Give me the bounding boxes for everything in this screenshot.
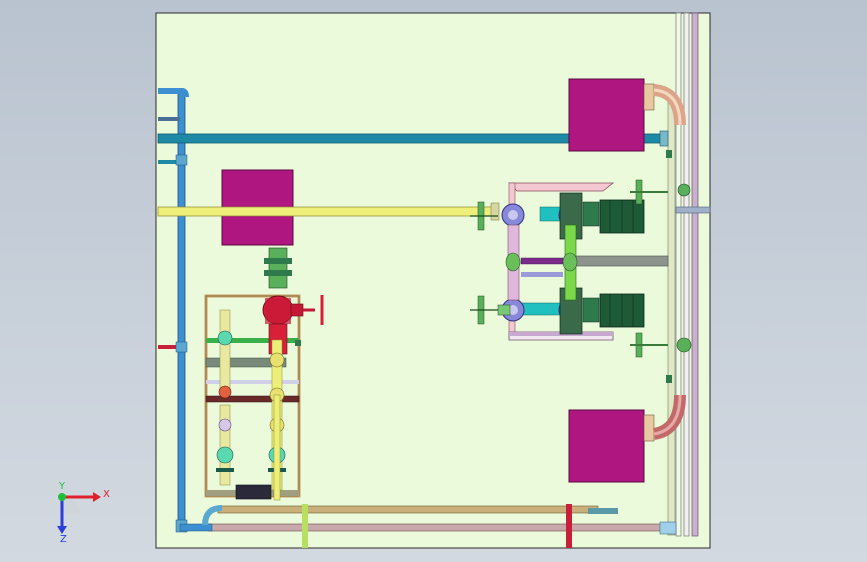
yellow-vertical-drop <box>273 394 281 501</box>
axis-z-label: Z <box>60 534 67 545</box>
axis-x-label: X <box>103 489 110 500</box>
axis-triad: X Y Z <box>57 481 110 545</box>
axis-y-label: Y <box>58 481 66 492</box>
cad-viewport[interactable]: X Y Z <box>0 0 867 562</box>
